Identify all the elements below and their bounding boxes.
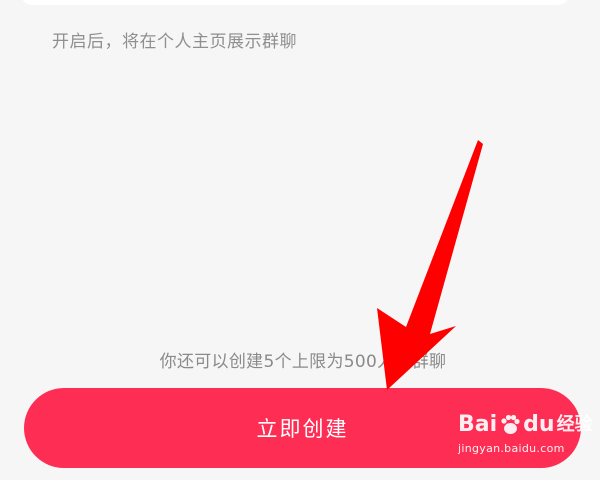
top-settings-card — [20, 0, 570, 5]
create-now-button-label: 立即创建 — [256, 417, 349, 441]
baidu-logo-bai: Bai — [458, 412, 498, 437]
baidu-logo-du: du — [523, 412, 555, 437]
remaining-groups-hint: 你还可以创建5个上限为500人的群聊 — [159, 352, 447, 372]
paw-icon — [501, 414, 520, 434]
baidu-jingyan-watermark: Bai du 经验 jingyan.baidu.com — [458, 410, 596, 472]
jingyan-label: 经验 — [556, 414, 593, 435]
show-on-profile-hint: 开启后，将在个人主页展示群聊 — [52, 32, 297, 52]
baidu-logo: Bai du 经验 — [458, 410, 596, 440]
watermark-url: jingyan.baidu.com — [458, 442, 565, 455]
